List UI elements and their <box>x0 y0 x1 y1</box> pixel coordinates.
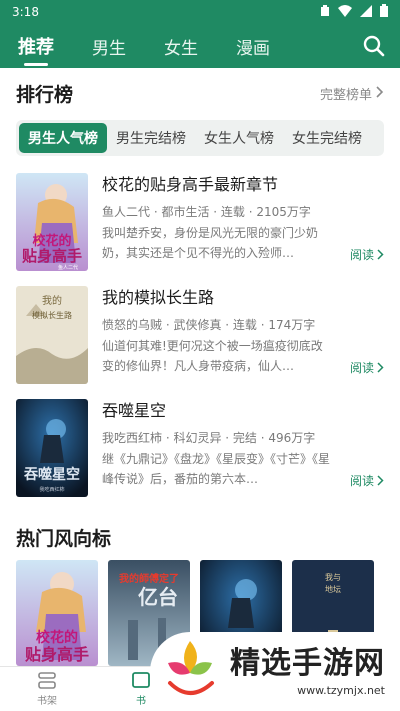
svg-text:贴身高手: 贴身高手 <box>22 247 82 265</box>
read-button[interactable]: 阅读 <box>350 472 384 489</box>
nav-bookshelf[interactable]: 书架 <box>0 667 94 711</box>
svg-text:校花的: 校花的 <box>36 629 78 646</box>
book-cover[interactable]: 我的 模拟长生路 <box>16 286 88 384</box>
book-cover[interactable]: 吞噬星空 我吃西红柿 <box>16 399 88 497</box>
search-icon[interactable] <box>362 34 386 58</box>
chevron-right-icon <box>377 362 384 373</box>
book-description: 仙道何其难!更何况这个被一场瘟疫彻底改变的修仙界！凡人身带疫病，仙人… <box>102 339 323 373</box>
ranking-title: 排行榜 <box>16 84 74 106</box>
svg-text:吞噬星空: 吞噬星空 <box>24 466 80 483</box>
svg-text:我的師傅定了: 我的師傅定了 <box>119 572 179 585</box>
status-time: 3:18 <box>12 5 39 19</box>
svg-text:我与: 我与 <box>325 572 341 582</box>
battery-saver-icon <box>320 4 330 20</box>
read-button[interactable]: 阅读 <box>350 246 384 263</box>
svg-text:鱼人二代: 鱼人二代 <box>58 264 78 271</box>
read-button[interactable]: 阅读 <box>350 359 384 376</box>
book-title: 校花的贴身高手最新章节 <box>102 175 279 194</box>
wifi-icon <box>338 4 352 20</box>
svg-text:模拟长生路: 模拟长生路 <box>32 310 72 320</box>
hot-cover[interactable]: 校花的 贴身高手 <box>16 560 98 666</box>
book-title: 吞噬星空 <box>102 401 167 420</box>
watermark: 精选手游网 www.tzymjx.net <box>150 632 400 711</box>
book-meta: 鱼人二代 · 都市生活 · 连载 · 2105万字 <box>102 205 311 219</box>
svg-text:地坛: 地坛 <box>325 584 341 594</box>
watermark-logo-icon <box>160 637 222 707</box>
tab-comics[interactable]: 漫画 <box>236 34 270 59</box>
svg-text:贴身高手: 贴身高手 <box>25 645 89 664</box>
battery-icon <box>380 4 388 20</box>
chevron-right-icon <box>377 475 384 486</box>
full-ranking-label: 完整榜单 <box>319 88 372 103</box>
tab-recommend[interactable]: 推荐 <box>18 33 54 66</box>
hot-title: 热门风向标 <box>16 528 112 550</box>
watermark-brand: 精选手游网 <box>230 646 385 681</box>
book-meta: 愤怒的乌贼 · 武侠修真 · 连载 · 174万字 <box>102 318 316 332</box>
book-item[interactable]: 吞噬星空 我吃西红柿 吞噬星空 我吃西红柿 · 科幻灵异 · 完结 · 496万… <box>16 399 384 497</box>
chevron-right-icon <box>376 85 384 102</box>
ranking-header: 排行榜 完整榜单 <box>16 80 384 107</box>
tab-male[interactable]: 男生 <box>92 34 126 59</box>
book-description: 继《九鼎记》《盘龙》《星辰变》《寸芒》《星峰传说》后，番茄的第六本… <box>102 452 331 486</box>
tab-female[interactable]: 女生 <box>164 34 198 59</box>
svg-text:我吃西红柿: 我吃西红柿 <box>39 486 64 493</box>
ranking-tab-female-finished[interactable]: 女生完结榜 <box>283 123 371 153</box>
top-nav: 推荐 男生 女生 漫画 <box>0 24 400 68</box>
nav-bookstore-label: 书 <box>136 695 146 707</box>
book-item[interactable]: 校花的 贴身高手 鱼人二代 校花的贴身高手最新章节 鱼人二代 · 都市生活 · … <box>16 173 384 271</box>
book-item[interactable]: 我的 模拟长生路 我的模拟长生路 愤怒的乌贼 · 武侠修真 · 连载 · 174… <box>16 286 384 384</box>
book-cover[interactable]: 校花的 贴身高手 鱼人二代 <box>16 173 88 271</box>
ranking-tabs: 男生人气榜 男生完结榜 女生人气榜 女生完结榜 <box>16 120 384 156</box>
ranking-tab-male-popular[interactable]: 男生人气榜 <box>19 123 107 153</box>
bookstore-icon <box>132 671 150 688</box>
nav-bookshelf-label: 书架 <box>37 695 57 707</box>
ranking-tab-female-popular[interactable]: 女生人气榜 <box>195 123 283 153</box>
status-bar: 3:18 <box>0 0 400 24</box>
book-meta: 我吃西红柿 · 科幻灵异 · 完结 · 496万字 <box>102 431 316 445</box>
ranking-tab-male-finished[interactable]: 男生完结榜 <box>107 123 195 153</box>
signal-icon <box>360 4 372 20</box>
watermark-url: www.tzymjx.net <box>297 684 385 697</box>
full-ranking-link[interactable]: 完整榜单 <box>320 84 384 103</box>
svg-text:我的: 我的 <box>42 294 62 307</box>
hot-header: 热门风向标 <box>16 524 384 551</box>
bookshelf-icon <box>38 671 56 689</box>
book-description: 我叫楚乔安，身份是风光无限的豪门少奶奶，其实还是个见不得光的入殓师… <box>102 226 319 260</box>
chevron-right-icon <box>377 249 384 260</box>
svg-text:亿台: 亿台 <box>138 585 178 609</box>
book-title: 我的模拟长生路 <box>102 288 215 307</box>
